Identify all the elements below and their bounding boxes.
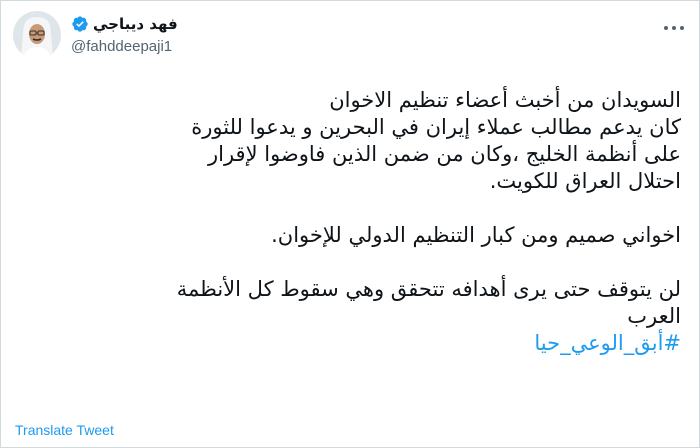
tweet-line: العرب	[627, 304, 681, 328]
hashtag-link[interactable]: #أبق_الوعي_حيا	[41, 330, 681, 357]
verified-badge-icon	[71, 15, 89, 33]
user-handle[interactable]: @fahddeepaji1	[71, 37, 178, 57]
name-row: فهد ديباجي	[71, 13, 178, 35]
tweet-line: اخواني صميم ومن كبار التنظيم الدولي للإخ…	[271, 223, 681, 247]
tweet-card: فهد ديباجي @fahddeepaji1 السويدان من أخب…	[0, 0, 700, 448]
tweet-text: السويدان من أخبث أعضاء تنظيم الاخوان كان…	[41, 87, 681, 357]
author-block[interactable]: فهد ديباجي @fahddeepaji1	[71, 11, 178, 61]
avatar-photo	[13, 11, 61, 59]
translate-tweet-link[interactable]: Translate Tweet	[15, 421, 114, 439]
tweet-line: احتلال العراق للكويت.	[489, 169, 681, 193]
tweet-line: السويدان من أخبث أعضاء تنظيم الاخوان	[329, 88, 681, 112]
tweet-line: لن يتوقف حتى يرى أهدافه تتحقق وهي سقوط ك…	[176, 277, 681, 301]
display-name[interactable]: فهد ديباجي	[93, 14, 178, 34]
more-options-icon[interactable]	[663, 17, 685, 30]
avatar[interactable]	[13, 11, 61, 59]
tweet-line: كان يدعم مطالب عملاء إيران في البحرين و …	[191, 115, 681, 139]
tweet-line: على أنظمة الخليج ،وكان من ضمن الذين فاوض…	[207, 142, 681, 166]
